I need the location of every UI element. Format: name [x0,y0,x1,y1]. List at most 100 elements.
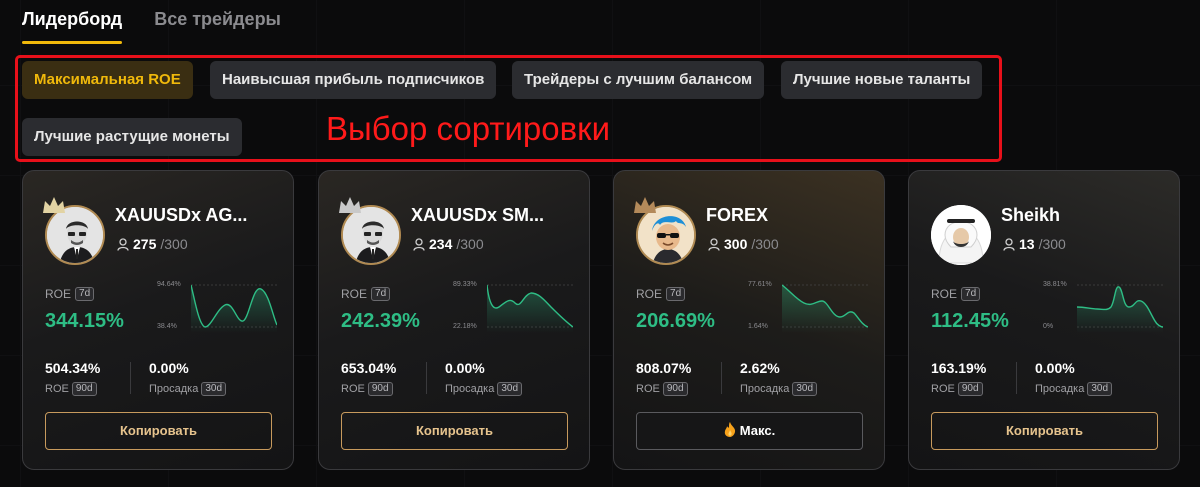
followers-current: 275 [133,236,157,252]
roe-label: ROE 7d [45,287,95,301]
period-badge: 30d [1087,382,1113,396]
stat-drawdown: 2.62% Просадка 30d [740,360,818,396]
followers-count: 275/300 [117,236,188,252]
sort-best-balance[interactable]: Трейдеры с лучшим балансом [512,61,765,99]
tab-leaderboard[interactable]: Лидерборд [22,0,123,46]
tab-all-traders[interactable]: Все трейдеры [154,0,281,46]
user-icon [413,237,425,251]
roe-value: 242.39% [341,310,420,332]
followers-max: /300 [1038,236,1066,252]
sort-new-talents[interactable]: Лучшие новые таланты [781,61,983,99]
active-tab-underline [22,41,123,44]
sort-rising-coins[interactable]: Лучшие растущие монеты [22,118,242,156]
trader-name[interactable]: Sheikh [1001,205,1060,226]
roe-90d-label: ROE [931,383,955,395]
followers-current: 234 [429,236,453,252]
drawdown-label: Просадка [740,383,790,395]
user-icon [117,237,129,251]
period-badge: 7d [961,287,981,301]
copy-button[interactable]: Копировать [341,412,568,450]
roe-label: ROE 7d [341,287,391,301]
roe-90d-value: 808.07% [636,360,692,376]
drawdown-value: 0.00% [445,360,485,376]
roe-sparkline: 38.81% 0% [1043,281,1163,333]
roe-value: 112.45% [931,310,1009,332]
crown-icon [339,197,361,213]
avatar [931,205,991,265]
tab-label: Все трейдеры [154,9,281,29]
period-badge: 90d [662,382,688,396]
roe-label: ROE 7d [636,287,686,301]
trader-name[interactable]: XAUUSDx AG... [115,205,247,226]
stat-drawdown: 0.00% Просадка 30d [445,360,523,396]
stats-row: 808.07% ROE 90d 2.62% Просадка 30d [636,360,866,396]
trader-name[interactable]: FOREX [706,205,768,226]
stat-drawdown: 0.00% Просадка 30d [1035,360,1113,396]
copy-button[interactable]: Копировать [45,412,272,450]
followers-count: 300/300 [708,236,779,252]
roe-label-text: ROE [45,287,72,301]
followers-current: 13 [1019,236,1035,252]
sort-max-roe[interactable]: Максимальная ROE [22,61,193,99]
roe-label: ROE 7d [931,287,981,301]
spark-min-label: 38.4% [157,323,177,330]
followers-max: /300 [456,236,484,252]
drawdown-value: 2.62% [740,360,780,376]
divider [1016,362,1017,394]
period-badge: 7d [371,287,391,301]
user-icon [1003,237,1015,251]
stats-row: 163.19% ROE 90d 0.00% Просадка 30d [931,360,1161,396]
spark-max-label: 77.61% [748,281,772,288]
spark-min-label: 22.18% [453,323,477,330]
roe-label-text: ROE [341,287,368,301]
spark-min-label: 1.64% [748,323,768,330]
roe-90d-value: 504.34% [45,360,101,376]
spark-min-label: 0% [1043,323,1054,330]
avatar [43,197,105,265]
roe-label-text: ROE [931,287,958,301]
copy-button[interactable]: Копировать [931,412,1158,450]
fire-icon [724,422,735,437]
divider [130,362,131,394]
max-button[interactable]: Макс. [636,412,863,450]
stats-row: 504.34% ROE 90d 0.00% Просадка 30d [45,360,275,396]
roe-90d-label: ROE [636,383,660,395]
drawdown-label: Просадка [445,383,495,395]
drawdown-label: Просадка [1035,383,1085,395]
crown-icon [43,197,65,213]
trader-card[interactable]: FOREX 300/300 ROE 7d 206.69% 77.61% 1.64… [613,170,885,470]
roe-sparkline: 89.33% 22.18% [453,281,573,333]
roe-value: 206.69% [636,310,715,332]
trader-card[interactable]: Sheikh 13/300 ROE 7d 112.45% 38.81% 0% 1… [908,170,1180,470]
followers-current: 300 [724,236,748,252]
user-icon [708,237,720,251]
stat-roe-90d: 163.19% ROE 90d [931,360,986,396]
drawdown-value: 0.00% [1035,360,1075,376]
divider [721,362,722,394]
tab-label: Лидерборд [22,9,123,29]
roe-value: 344.15% [45,310,124,332]
crown-icon [634,197,656,213]
sort-highest-follower-profit[interactable]: Наивысшая прибыль подписчиков [210,61,497,99]
roe-label-text: ROE [636,287,663,301]
trader-card[interactable]: XAUUSDx AG... 275/300 ROE 7d 344.15% 94.… [22,170,294,470]
followers-max: /300 [751,236,779,252]
followers-max: /300 [160,236,188,252]
roe-90d-value: 653.04% [341,360,397,376]
period-badge: 30d [201,382,227,396]
period-badge: 30d [497,382,523,396]
roe-90d-label: ROE [45,383,69,395]
trader-name[interactable]: XAUUSDx SM... [411,205,544,226]
roe-sparkline: 94.64% 38.4% [157,281,277,333]
period-badge: 90d [367,382,393,396]
stat-roe-90d: 808.07% ROE 90d [636,360,691,396]
stat-roe-90d: 504.34% ROE 90d [45,360,100,396]
roe-90d-label: ROE [341,383,365,395]
trader-card[interactable]: XAUUSDx SM... 234/300 ROE 7d 242.39% 89.… [318,170,590,470]
period-badge: 7d [666,287,686,301]
drawdown-label: Просадка [149,383,199,395]
period-badge: 7d [75,287,95,301]
spark-max-label: 89.33% [453,281,477,288]
avatar [634,197,696,265]
spark-max-label: 94.64% [157,281,181,288]
